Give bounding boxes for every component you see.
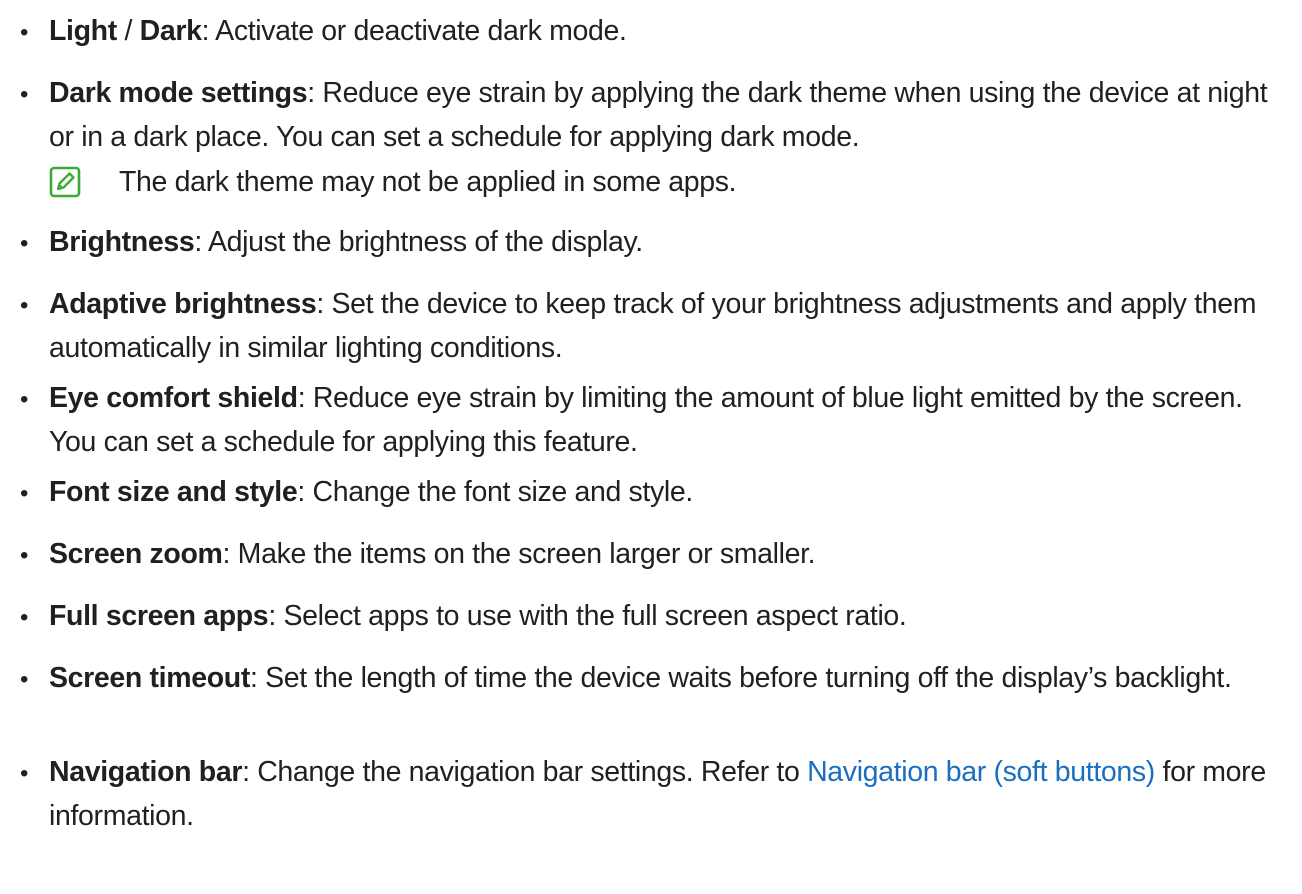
- list-item-adaptive-brightness: • Adaptive brightness: Set the device to…: [0, 282, 1302, 372]
- bullet: •: [20, 386, 29, 413]
- term-description: : Set the length of time the device wait…: [250, 662, 1232, 694]
- list-item-font-size-style: • Font size and style: Change the font s…: [0, 470, 1302, 518]
- term-description: : Activate or deactivate dark mode.: [201, 15, 627, 47]
- bullet: •: [20, 230, 29, 257]
- bullet: •: [20, 292, 29, 319]
- note-callout: The dark theme may not be applied in som…: [49, 158, 1249, 206]
- term-brightness: Brightness: [49, 226, 195, 258]
- list-item-text: Brightness: Adjust the brightness of the…: [49, 220, 1289, 264]
- bullet: •: [20, 19, 29, 46]
- term-screen-timeout: Screen timeout: [49, 662, 250, 694]
- bullet: •: [20, 760, 29, 787]
- list-item-text: Font size and style: Change the font siz…: [49, 470, 1289, 514]
- term-description: : Make the items on the screen larger or…: [222, 538, 816, 570]
- list-item-screen-zoom: • Screen zoom: Make the items on the scr…: [0, 532, 1302, 580]
- list-item-text: Eye comfort shield: Reduce eye strain by…: [49, 376, 1289, 464]
- term-description: : Change the navigation bar settings. Re…: [242, 756, 808, 788]
- list-item-screen-timeout: • Screen timeout: Set the length of time…: [0, 656, 1302, 746]
- term-navigation-bar: Navigation bar: [49, 756, 243, 788]
- list-item-full-screen-apps: • Full screen apps: Select apps to use w…: [0, 594, 1302, 642]
- term-description: : Adjust the brightness of the display.: [194, 226, 643, 258]
- list-item-eye-comfort-shield: • Eye comfort shield: Reduce eye strain …: [0, 376, 1302, 466]
- bullet: •: [20, 81, 29, 108]
- list-item-text: Navigation bar: Change the navigation ba…: [49, 750, 1289, 838]
- term-dark-mode-settings: Dark mode settings: [49, 77, 308, 109]
- term-adaptive-brightness: Adaptive brightness: [49, 288, 317, 320]
- list-item-text: Full screen apps: Select apps to use wit…: [49, 594, 1289, 638]
- list-item-dark-mode-settings: • Dark mode settings: Reduce eye strain …: [0, 71, 1302, 161]
- term-light: Light: [49, 15, 117, 47]
- bullet: •: [20, 604, 29, 631]
- term-screen-zoom: Screen zoom: [49, 538, 223, 570]
- note-text: The dark theme may not be applied in som…: [119, 166, 737, 198]
- bullet: •: [20, 542, 29, 569]
- list-item-text: Adaptive brightness: Set the device to k…: [49, 282, 1289, 370]
- list-item-text: Screen timeout: Set the length of time t…: [49, 656, 1289, 700]
- term-eye-comfort-shield: Eye comfort shield: [49, 382, 298, 414]
- bullet: •: [20, 666, 29, 693]
- list-item-navigation-bar: • Navigation bar: Change the navigation …: [0, 750, 1302, 840]
- list-item-text: Light / Dark: Activate or deactivate dar…: [49, 9, 1289, 53]
- term-font-size-style: Font size and style: [49, 476, 298, 508]
- list-item-light-dark: • Light / Dark: Activate or deactivate d…: [0, 9, 1302, 57]
- term-full-screen-apps: Full screen apps: [49, 600, 269, 632]
- term-dark: Dark: [139, 15, 202, 47]
- list-item-text: Screen zoom: Make the items on the scree…: [49, 532, 1289, 576]
- term-separator: /: [116, 15, 140, 47]
- bullet: •: [20, 480, 29, 507]
- term-description: : Select apps to use with the full scree…: [268, 600, 907, 632]
- list-item-brightness: • Brightness: Adjust the brightness of t…: [0, 220, 1302, 268]
- term-description: : Change the font size and style.: [297, 476, 693, 508]
- navigation-bar-soft-buttons-link[interactable]: Navigation bar (soft buttons): [807, 756, 1155, 788]
- list-item-text: Dark mode settings: Reduce eye strain by…: [49, 71, 1289, 159]
- note-pen-icon: [49, 166, 81, 198]
